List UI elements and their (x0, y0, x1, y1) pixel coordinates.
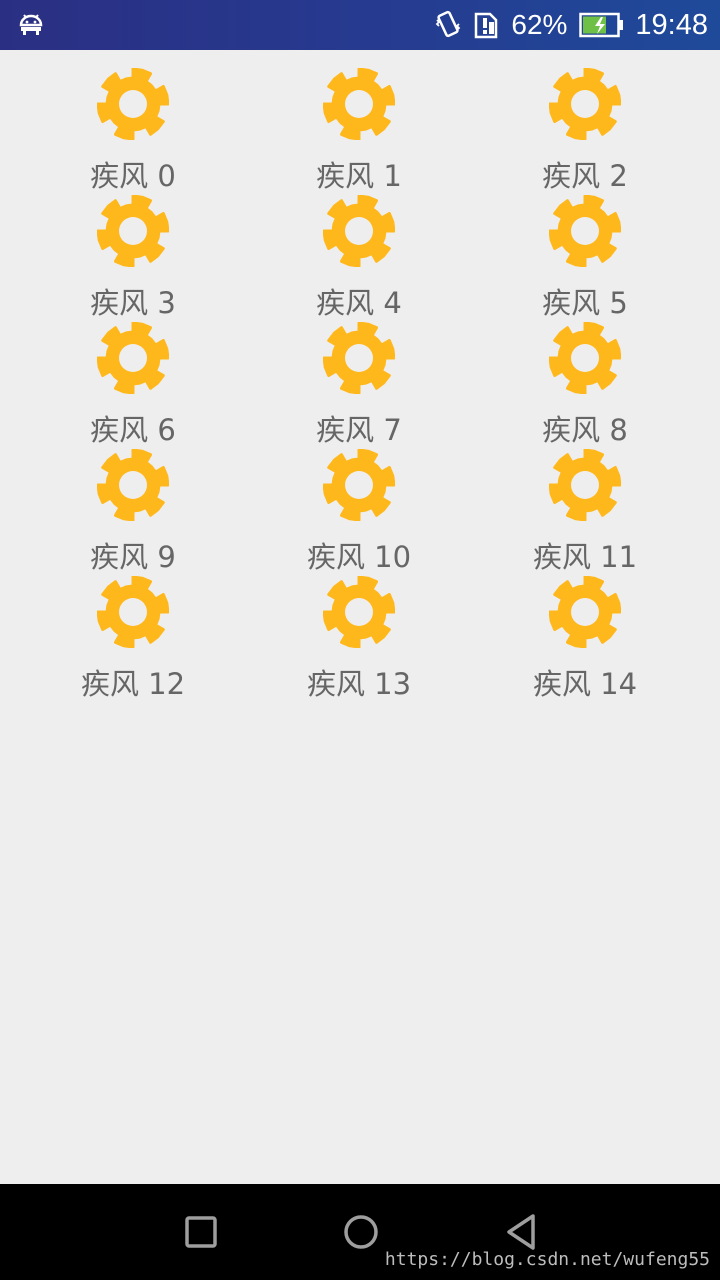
grid-item-label: 疾风 12 (80, 667, 186, 701)
grid-item[interactable]: 疾风 3 (20, 193, 246, 320)
grid-item[interactable]: 疾风 9 (20, 447, 246, 574)
android-debug-icon (19, 14, 43, 35)
gear-icon (549, 449, 621, 521)
grid-item[interactable]: 疾风 8 (472, 320, 698, 447)
grid-item-label: 疾风 13 (306, 667, 412, 701)
grid-item-label: 疾风 1 (316, 159, 402, 193)
gear-icon (97, 449, 169, 521)
grid-item[interactable]: 疾风 7 (246, 320, 472, 447)
grid-item[interactable]: 疾风 2 (472, 66, 698, 193)
grid-item-label: 疾风 4 (316, 286, 402, 320)
status-bar: 62% 19:48 (0, 0, 720, 50)
grid-item[interactable]: 疾风 5 (472, 193, 698, 320)
gear-icon (97, 195, 169, 267)
gear-icon (323, 195, 395, 267)
recents-icon[interactable] (181, 1212, 221, 1252)
content-area: 疾风 0 疾风 1 疾风 2 疾风 3 疾风 4 疾风 5 疾风 6 疾风 7 疾风 8 疾风 9… (0, 50, 720, 1184)
grid-item-label: 疾风 7 (316, 413, 402, 447)
grid-item[interactable]: 疾风 1 (246, 66, 472, 193)
grid-item[interactable]: 疾风 6 (20, 320, 246, 447)
clock: 19:48 (635, 8, 708, 41)
grid-item-label: 疾风 2 (542, 159, 628, 193)
grid-item[interactable]: 疾风 13 (246, 574, 472, 701)
gear-icon (323, 576, 395, 648)
battery-charging-icon (579, 12, 624, 38)
gear-icon (323, 449, 395, 521)
battery-percent: 62% (511, 9, 568, 40)
grid-item[interactable]: 疾风 11 (472, 447, 698, 574)
gear-icon (97, 68, 169, 140)
gear-icon (549, 195, 621, 267)
gear-icon (97, 576, 169, 648)
sim-alert-icon (475, 12, 498, 39)
grid-item-label: 疾风 10 (306, 540, 412, 574)
gear-icon (323, 68, 395, 140)
gear-icon (323, 322, 395, 394)
grid-item-label: 疾风 6 (90, 413, 176, 447)
home-icon[interactable] (341, 1212, 381, 1252)
grid-item-label: 疾风 14 (532, 667, 638, 701)
grid-item[interactable]: 疾风 4 (246, 193, 472, 320)
back-icon[interactable] (501, 1212, 541, 1252)
gear-icon (549, 322, 621, 394)
grid-item-label: 疾风 8 (542, 413, 628, 447)
grid-item[interactable]: 疾风 14 (472, 574, 698, 701)
grid-item-label: 疾风 11 (532, 540, 638, 574)
grid-item-label: 疾风 9 (90, 540, 176, 574)
gear-icon (549, 576, 621, 648)
grid-item-label: 疾风 0 (90, 159, 176, 193)
vibrate-icon (436, 10, 461, 38)
watermark: https://blog.csdn.net/wufeng55 (384, 1249, 710, 1270)
item-grid: 疾风 0 疾风 1 疾风 2 疾风 3 疾风 4 疾风 5 疾风 6 疾风 7 疾风 8 疾风 9… (20, 66, 700, 701)
grid-item-label: 疾风 5 (542, 286, 628, 320)
grid-item-label: 疾风 3 (90, 286, 176, 320)
grid-item[interactable]: 疾风 0 (20, 66, 246, 193)
navigation-bar: https://blog.csdn.net/wufeng55 (0, 1184, 720, 1280)
gear-icon (549, 68, 621, 140)
grid-item[interactable]: 疾风 10 (246, 447, 472, 574)
grid-item[interactable]: 疾风 12 (20, 574, 246, 701)
gear-icon (97, 322, 169, 394)
